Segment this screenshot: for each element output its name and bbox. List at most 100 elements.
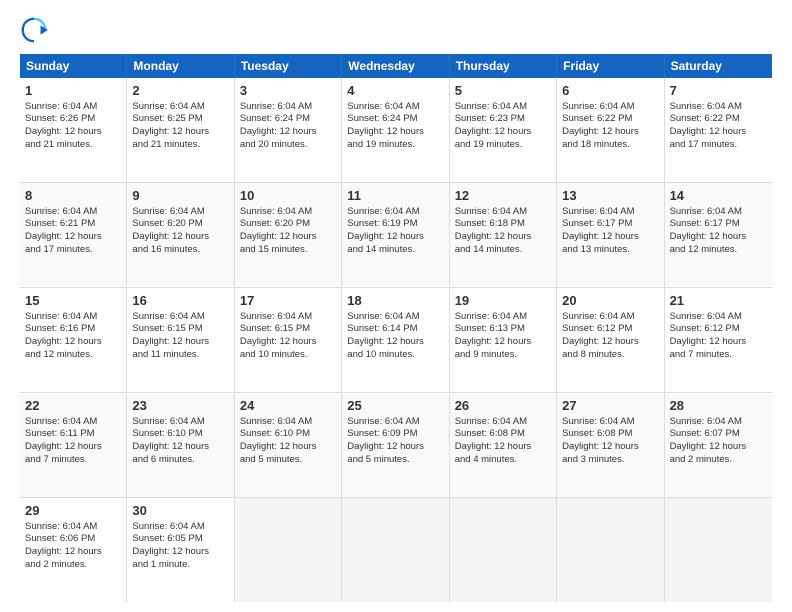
day-info-line: Sunrise: 6:04 AM xyxy=(562,416,658,429)
day-number: 9 xyxy=(132,187,228,205)
day-info-line: Daylight: 12 hours xyxy=(670,231,767,244)
day-info-line: and 14 minutes. xyxy=(455,244,551,257)
cal-cell: 1Sunrise: 6:04 AMSunset: 6:26 PMDaylight… xyxy=(20,78,127,182)
cal-cell: 30Sunrise: 6:04 AMSunset: 6:05 PMDayligh… xyxy=(127,498,234,602)
day-info-line: Sunset: 6:24 PM xyxy=(240,113,336,126)
header-day-wednesday: Wednesday xyxy=(342,54,449,78)
day-number: 5 xyxy=(455,82,551,100)
day-info-line: Sunrise: 6:04 AM xyxy=(240,206,336,219)
day-info-line: and 5 minutes. xyxy=(240,454,336,467)
day-info-line: and 21 minutes. xyxy=(25,139,121,152)
day-info-line: and 12 minutes. xyxy=(25,349,121,362)
day-info-line: and 2 minutes. xyxy=(25,559,121,572)
day-info-line: Daylight: 12 hours xyxy=(240,441,336,454)
day-info-line: Sunset: 6:12 PM xyxy=(670,323,767,336)
header-day-saturday: Saturday xyxy=(665,54,772,78)
header xyxy=(20,16,772,44)
day-info-line: Sunrise: 6:04 AM xyxy=(347,101,443,114)
cal-cell: 7Sunrise: 6:04 AMSunset: 6:22 PMDaylight… xyxy=(665,78,772,182)
day-info-line: and 3 minutes. xyxy=(562,454,658,467)
cal-cell: 9Sunrise: 6:04 AMSunset: 6:20 PMDaylight… xyxy=(127,183,234,287)
day-info-line: Sunset: 6:18 PM xyxy=(455,218,551,231)
day-info-line: Sunrise: 6:04 AM xyxy=(562,101,658,114)
calendar-week-0: 1Sunrise: 6:04 AMSunset: 6:26 PMDaylight… xyxy=(20,78,772,183)
day-info-line: Sunset: 6:12 PM xyxy=(562,323,658,336)
day-info-line: Sunset: 6:11 PM xyxy=(25,428,121,441)
cal-cell: 28Sunrise: 6:04 AMSunset: 6:07 PMDayligh… xyxy=(665,393,772,497)
day-info-line: and 18 minutes. xyxy=(562,139,658,152)
day-info-line: Sunset: 6:07 PM xyxy=(670,428,767,441)
day-info-line: Sunset: 6:13 PM xyxy=(455,323,551,336)
day-info-line: Daylight: 12 hours xyxy=(240,126,336,139)
day-number: 15 xyxy=(25,292,121,310)
day-info-line: Sunset: 6:23 PM xyxy=(455,113,551,126)
day-number: 29 xyxy=(25,502,121,520)
day-number: 19 xyxy=(455,292,551,310)
cal-cell: 29Sunrise: 6:04 AMSunset: 6:06 PMDayligh… xyxy=(20,498,127,602)
calendar-week-3: 22Sunrise: 6:04 AMSunset: 6:11 PMDayligh… xyxy=(20,393,772,498)
day-info-line: and 17 minutes. xyxy=(670,139,767,152)
cal-cell xyxy=(235,498,342,602)
day-info-line: Sunrise: 6:04 AM xyxy=(25,311,121,324)
day-info-line: and 21 minutes. xyxy=(132,139,228,152)
day-info-line: Sunrise: 6:04 AM xyxy=(455,206,551,219)
calendar-body: 1Sunrise: 6:04 AMSunset: 6:26 PMDaylight… xyxy=(20,78,772,602)
day-info-line: and 1 minute. xyxy=(132,559,228,572)
day-info-line: Sunrise: 6:04 AM xyxy=(347,311,443,324)
day-info-line: and 4 minutes. xyxy=(455,454,551,467)
day-info-line: Daylight: 12 hours xyxy=(25,441,121,454)
day-info-line: Sunrise: 6:04 AM xyxy=(25,416,121,429)
calendar: SundayMondayTuesdayWednesdayThursdayFrid… xyxy=(20,54,772,602)
day-info-line: and 6 minutes. xyxy=(132,454,228,467)
day-info-line: Sunrise: 6:04 AM xyxy=(240,416,336,429)
day-number: 27 xyxy=(562,397,658,415)
day-info-line: Daylight: 12 hours xyxy=(25,336,121,349)
cal-cell: 12Sunrise: 6:04 AMSunset: 6:18 PMDayligh… xyxy=(450,183,557,287)
day-info-line: Daylight: 12 hours xyxy=(455,441,551,454)
day-info-line: Sunrise: 6:04 AM xyxy=(132,206,228,219)
day-number: 20 xyxy=(562,292,658,310)
cal-cell xyxy=(450,498,557,602)
day-info-line: Sunrise: 6:04 AM xyxy=(562,206,658,219)
day-info-line: Sunset: 6:24 PM xyxy=(347,113,443,126)
day-info-line: Sunset: 6:22 PM xyxy=(562,113,658,126)
day-info-line: and 5 minutes. xyxy=(347,454,443,467)
cal-cell: 6Sunrise: 6:04 AMSunset: 6:22 PMDaylight… xyxy=(557,78,664,182)
day-info-line: Sunset: 6:06 PM xyxy=(25,533,121,546)
cal-cell: 11Sunrise: 6:04 AMSunset: 6:19 PMDayligh… xyxy=(342,183,449,287)
cal-cell: 22Sunrise: 6:04 AMSunset: 6:11 PMDayligh… xyxy=(20,393,127,497)
day-info-line: Daylight: 12 hours xyxy=(347,336,443,349)
day-number: 25 xyxy=(347,397,443,415)
day-number: 16 xyxy=(132,292,228,310)
day-info-line: and 2 minutes. xyxy=(670,454,767,467)
cal-cell: 21Sunrise: 6:04 AMSunset: 6:12 PMDayligh… xyxy=(665,288,772,392)
header-day-thursday: Thursday xyxy=(450,54,557,78)
day-info-line: Daylight: 12 hours xyxy=(25,231,121,244)
day-number: 10 xyxy=(240,187,336,205)
day-info-line: Sunrise: 6:04 AM xyxy=(562,311,658,324)
day-info-line: and 19 minutes. xyxy=(455,139,551,152)
day-info-line: Sunrise: 6:04 AM xyxy=(455,416,551,429)
day-info-line: Daylight: 12 hours xyxy=(347,441,443,454)
day-info-line: Sunrise: 6:04 AM xyxy=(670,311,767,324)
logo xyxy=(20,16,52,44)
day-number: 3 xyxy=(240,82,336,100)
day-info-line: Daylight: 12 hours xyxy=(25,126,121,139)
cal-cell: 25Sunrise: 6:04 AMSunset: 6:09 PMDayligh… xyxy=(342,393,449,497)
day-info-line: Daylight: 12 hours xyxy=(455,126,551,139)
day-info-line: Daylight: 12 hours xyxy=(562,441,658,454)
day-info-line: and 12 minutes. xyxy=(670,244,767,257)
day-number: 6 xyxy=(562,82,658,100)
cal-cell: 3Sunrise: 6:04 AMSunset: 6:24 PMDaylight… xyxy=(235,78,342,182)
day-info-line: Daylight: 12 hours xyxy=(240,336,336,349)
cal-cell: 5Sunrise: 6:04 AMSunset: 6:23 PMDaylight… xyxy=(450,78,557,182)
day-info-line: Sunset: 6:26 PM xyxy=(25,113,121,126)
cal-cell: 18Sunrise: 6:04 AMSunset: 6:14 PMDayligh… xyxy=(342,288,449,392)
cal-cell: 16Sunrise: 6:04 AMSunset: 6:15 PMDayligh… xyxy=(127,288,234,392)
day-info-line: and 10 minutes. xyxy=(347,349,443,362)
day-info-line: Sunrise: 6:04 AM xyxy=(25,206,121,219)
cal-cell: 20Sunrise: 6:04 AMSunset: 6:12 PMDayligh… xyxy=(557,288,664,392)
day-info-line: and 7 minutes. xyxy=(25,454,121,467)
day-number: 23 xyxy=(132,397,228,415)
day-info-line: Sunset: 6:09 PM xyxy=(347,428,443,441)
